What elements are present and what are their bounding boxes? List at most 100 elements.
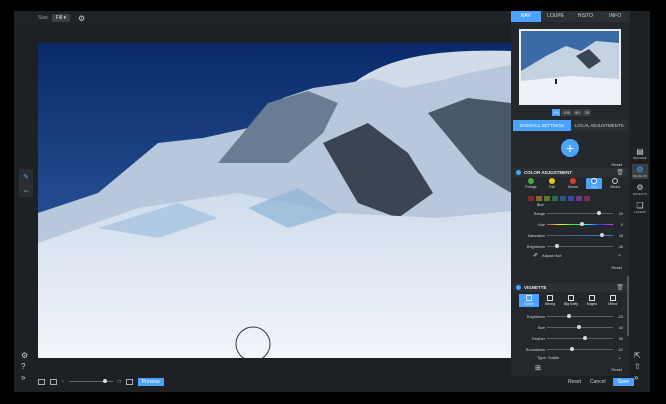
vignette-header[interactable]: VIGNETTE 🗑 xyxy=(513,283,628,292)
module-develop[interactable]: ⚙ DEVELOP xyxy=(632,164,648,179)
slider-vignette-roundness[interactable]: Roundness -22 xyxy=(523,346,623,353)
preset-mixed[interactable]: Mixed xyxy=(607,178,623,189)
swatch[interactable] xyxy=(528,196,534,201)
shape-icon xyxy=(547,295,553,301)
preset-fall[interactable]: Fall xyxy=(544,178,560,189)
check-icon[interactable] xyxy=(516,285,521,290)
tab-nav[interactable]: NAV xyxy=(511,11,541,22)
zoom-slider[interactable] xyxy=(68,379,113,383)
check-icon[interactable] xyxy=(516,170,521,175)
slider-track[interactable] xyxy=(547,244,613,248)
zoom-slider-knob[interactable] xyxy=(102,379,107,383)
module-effects[interactable]: ⚙ EFFECTS xyxy=(632,182,648,197)
navigator-thumbnail[interactable] xyxy=(519,29,621,105)
photo-canvas[interactable] xyxy=(38,43,511,358)
zoom-fit[interactable]: Fit xyxy=(552,109,561,116)
slider-label: Roundness xyxy=(525,347,545,352)
reset-link[interactable]: Reset xyxy=(612,162,622,167)
slider-track[interactable] xyxy=(547,336,613,340)
slider-vignette-feather[interactable]: Feather 50 xyxy=(523,335,623,342)
trash-icon[interactable]: 🗑 xyxy=(616,169,624,176)
swatch[interactable] xyxy=(536,196,542,201)
slider-knob[interactable] xyxy=(583,336,588,340)
preview-button[interactable]: Preview xyxy=(137,377,164,386)
tab-overall-settings[interactable]: OVERALL SETTINGS xyxy=(513,120,571,131)
zoom-in-icon[interactable]: □ xyxy=(118,379,121,385)
tab-histo[interactable]: HISTO xyxy=(570,11,601,22)
swatch[interactable] xyxy=(584,196,590,201)
chevron-down-icon[interactable]: ⌄ xyxy=(617,251,622,258)
slider-knob[interactable] xyxy=(599,233,604,237)
vignette-shape-subtle[interactable]: Subtle xyxy=(519,294,539,307)
panel-scrollbar[interactable] xyxy=(627,276,629,336)
size-select[interactable]: Fill ▾ xyxy=(51,14,71,22)
module-browse[interactable]: ▤ BROWSE xyxy=(632,146,648,161)
reset-link[interactable]: Reset xyxy=(612,265,622,270)
zoom-25[interactable]: 25 xyxy=(582,109,592,116)
double-chevron-right-icon[interactable]: » xyxy=(21,373,25,382)
slider-knob[interactable] xyxy=(570,347,575,351)
slider-track[interactable] xyxy=(547,325,613,329)
module-layers[interactable]: ❏ LAYERS xyxy=(632,200,648,215)
tab-loupe[interactable]: LOUPE xyxy=(540,11,571,22)
vignette-shape-mirror[interactable]: Mirror xyxy=(603,294,623,307)
slider-brightness[interactable]: Brightness -48 xyxy=(523,243,623,250)
slider-knob[interactable] xyxy=(580,222,584,226)
tab-info[interactable]: INFO xyxy=(600,11,630,22)
brush-icon[interactable]: ✎ xyxy=(23,173,29,181)
double-chevron-right-icon[interactable]: » xyxy=(634,373,638,382)
vignette-type-label: Type: Subtle xyxy=(537,355,560,360)
gear-icon[interactable]: ⚙ xyxy=(21,351,28,360)
preset-sky[interactable]: Sky xyxy=(586,178,602,189)
eyedropper-icon[interactable]: ✐ xyxy=(533,252,538,259)
share-icon[interactable]: ⇱ xyxy=(634,351,641,360)
single-view-icon[interactable] xyxy=(38,378,45,385)
slider-track[interactable] xyxy=(547,233,613,237)
slider-track[interactable] xyxy=(547,211,613,215)
slider-knob[interactable] xyxy=(566,314,571,318)
split-view-icon[interactable] xyxy=(50,378,57,385)
vignette-shape-edges[interactable]: Edges xyxy=(582,294,602,307)
add-filter-button[interactable]: + xyxy=(561,139,579,157)
right-panel: NAV LOUPE HISTO INFO Fit 100 50 25 OVERA… xyxy=(511,11,630,376)
preset-foliage[interactable]: Foliage xyxy=(523,178,539,189)
vignette-shape-strong[interactable]: Strong xyxy=(540,294,560,307)
slider-knob[interactable] xyxy=(576,325,581,329)
compare-icon[interactable] xyxy=(125,378,133,385)
slider-track[interactable] xyxy=(547,222,613,226)
swatch[interactable] xyxy=(544,196,550,201)
swatch[interactable] xyxy=(552,196,558,201)
preset-desert[interactable]: Desert xyxy=(565,178,581,189)
slider-track[interactable] xyxy=(547,347,613,351)
crosshair-icon[interactable]: ⊞ xyxy=(535,364,541,372)
swatch[interactable] xyxy=(576,196,582,201)
cancel-button[interactable]: Cancel xyxy=(588,378,608,386)
chevron-down-icon[interactable]: ⌄ xyxy=(617,354,622,361)
slider-vignette-brightness[interactable]: Brightness -25 xyxy=(523,313,623,320)
slider-hue[interactable]: Hue 0 xyxy=(523,221,623,228)
swatch[interactable] xyxy=(560,196,566,201)
shape-icon xyxy=(610,295,616,301)
zoom-out-icon[interactable]: ▫ xyxy=(62,379,64,385)
reset-button[interactable]: Reset xyxy=(566,378,583,386)
reset-link[interactable]: Reset xyxy=(612,367,622,372)
adjust-hue-row[interactable]: ✐ Adjust Hue xyxy=(533,252,562,259)
save-button[interactable]: Save xyxy=(612,377,634,386)
slider-label: Brightness xyxy=(527,244,545,249)
slider-range[interactable]: Range 20 xyxy=(523,210,623,217)
slider-track[interactable] xyxy=(547,314,613,318)
color-adjustment-header[interactable]: COLOR ADJUSTMENT 🗑 xyxy=(513,168,628,177)
export-icon[interactable]: ⇧ xyxy=(634,362,641,371)
slider-knob[interactable] xyxy=(596,211,601,215)
slider-saturation[interactable]: Saturation 28 xyxy=(523,232,623,239)
zoom-100[interactable]: 100 xyxy=(561,109,573,116)
trash-icon[interactable]: 🗑 xyxy=(616,284,624,291)
tab-local-adjustments[interactable]: LOCAL ADJUSTMENTS xyxy=(570,120,628,131)
gear-icon[interactable]: ⚙ xyxy=(78,14,85,23)
zoom-50[interactable]: 50 xyxy=(573,109,582,116)
slider-vignette-size[interactable]: Size 40 xyxy=(523,324,623,331)
slider-knob[interactable] xyxy=(554,244,559,248)
vignette-shape-big-softy[interactable]: Big Softy xyxy=(561,294,581,307)
swatch[interactable] xyxy=(568,196,574,201)
help-icon[interactable]: ? xyxy=(21,362,25,371)
